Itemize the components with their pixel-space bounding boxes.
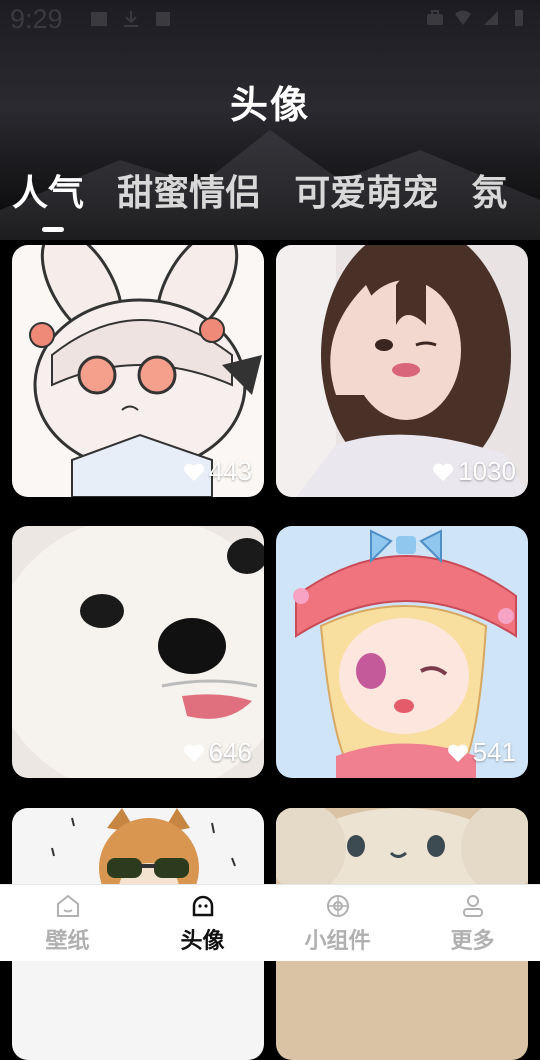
profile-icon <box>462 895 483 917</box>
heart-icon <box>433 463 454 481</box>
avatar-icon <box>192 895 213 917</box>
nav-item-wallpaper[interactable]: 壁纸 <box>0 885 135 961</box>
nav-label: 更多 <box>450 929 495 954</box>
like-count: 646 <box>183 737 252 768</box>
avatar-card[interactable]: 1030 <box>276 245 528 497</box>
tab-popular[interactable]: 人气 <box>12 164 84 216</box>
status-bar: 9:29 <box>0 0 540 40</box>
avatar-card[interactable]: 646 <box>12 526 264 778</box>
heart-icon <box>447 744 468 762</box>
like-count: 1030 <box>432 456 516 487</box>
like-count-value: 541 <box>472 737 516 767</box>
like-count-value: 646 <box>208 737 252 767</box>
nav-item-widgets[interactable]: 小组件 <box>270 885 405 961</box>
like-count: 541 <box>447 737 516 768</box>
briefcase-icon <box>427 10 443 25</box>
tab-atmosphere[interactable]: 氛 <box>471 164 507 216</box>
active-tab-indicator <box>42 227 64 232</box>
download-icon <box>124 11 138 27</box>
app-notification-icon <box>156 12 170 26</box>
status-system-icons <box>426 9 528 27</box>
heart-icon <box>183 744 204 762</box>
category-tabs: 人气 甜蜜情侣 可爱萌宠 氛 <box>12 164 535 232</box>
nav-label: 头像 <box>180 929 225 954</box>
status-time: 9:29 <box>10 4 63 34</box>
bottom-navigation: 壁纸 头像 小组件 更多 <box>0 884 540 961</box>
tab-sweet-couple[interactable]: 甜蜜情侣 <box>117 164 261 216</box>
battery-icon <box>515 10 523 26</box>
avatar-card[interactable]: 443 <box>12 245 264 497</box>
signal-icon <box>484 11 498 25</box>
nav-item-avatar[interactable]: 头像 <box>135 885 270 961</box>
avatar-card[interactable]: 541 <box>276 526 528 778</box>
nav-label: 壁纸 <box>45 929 90 954</box>
like-count-value: 1030 <box>458 456 516 486</box>
page-title: 头像 <box>229 83 310 127</box>
image-icon <box>91 12 107 26</box>
like-count: 443 <box>183 456 252 487</box>
home-icon <box>56 894 79 917</box>
widget-icon <box>326 895 349 917</box>
wifi-icon <box>455 10 471 25</box>
heart-icon <box>183 463 204 481</box>
like-count-value: 443 <box>208 456 252 486</box>
nav-item-more[interactable]: 更多 <box>405 885 540 961</box>
status-notification-icons <box>90 10 172 28</box>
tab-cute-pets[interactable]: 可爱萌宠 <box>294 164 438 216</box>
nav-label: 小组件 <box>304 929 371 954</box>
